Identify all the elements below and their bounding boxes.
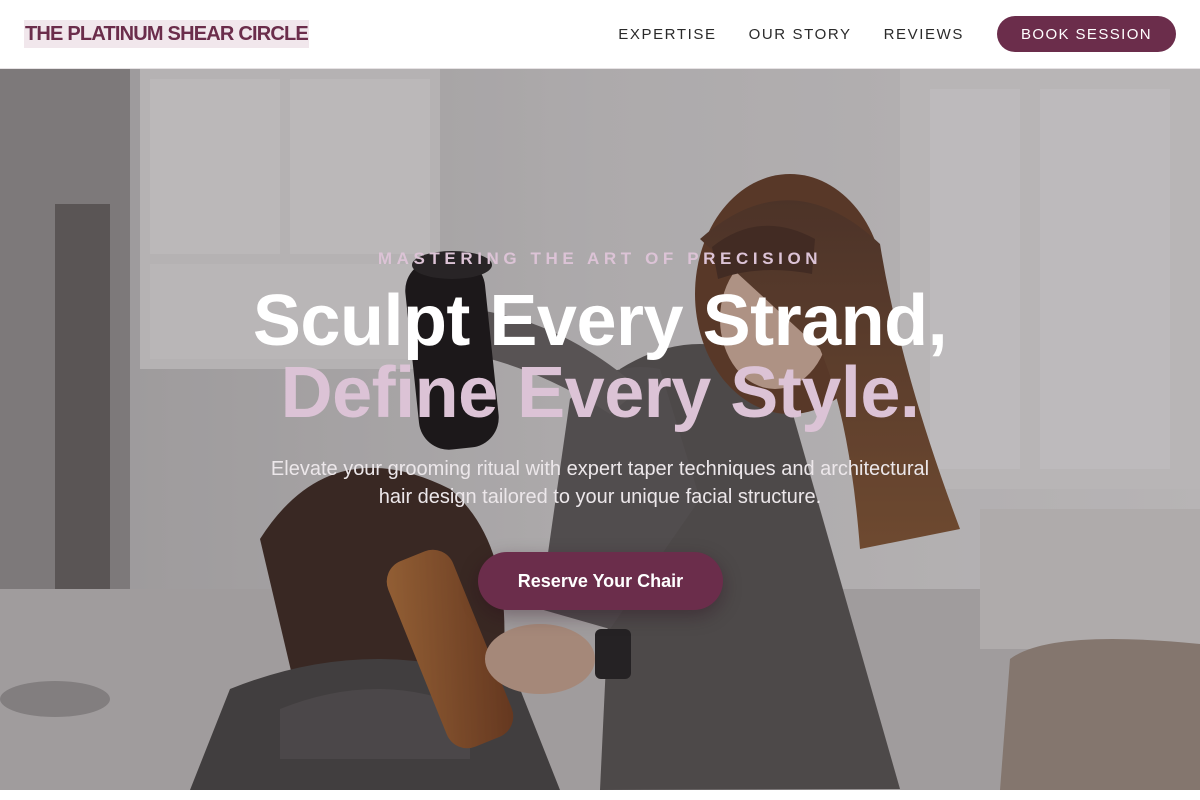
hero-headline-line1: Sculpt Every Strand, xyxy=(252,281,948,361)
book-session-button[interactable]: BOOK SESSION xyxy=(997,16,1176,52)
hero-headline: Sculpt Every Strand, Define Every Style. xyxy=(0,285,1200,429)
hero-eyebrow: MASTERING THE ART OF PRECISION xyxy=(377,249,823,268)
site-logo[interactable]: THE PLATINUM SHEAR CIRCLE xyxy=(24,20,309,48)
nav-link-our-story[interactable]: OUR STORY xyxy=(749,26,852,43)
hero-headline-line2: Define Every Style. xyxy=(280,353,920,433)
hero-content: MASTERING THE ART OF PRECISION Sculpt Ev… xyxy=(0,69,1200,790)
top-navbar: THE PLATINUM SHEAR CIRCLE EXPERTISE OUR … xyxy=(0,0,1200,69)
hero-subtext: Elevate your grooming ritual with expert… xyxy=(270,458,930,508)
main-nav: EXPERTISE OUR STORY REVIEWS BOOK SESSION xyxy=(586,16,1176,52)
hero-section: MASTERING THE ART OF PRECISION Sculpt Ev… xyxy=(0,69,1200,790)
nav-link-expertise[interactable]: EXPERTISE xyxy=(618,26,716,43)
nav-link-reviews[interactable]: REVIEWS xyxy=(884,26,964,43)
reserve-chair-button[interactable]: Reserve Your Chair xyxy=(478,552,723,610)
page-bottom-strip xyxy=(0,790,1200,800)
